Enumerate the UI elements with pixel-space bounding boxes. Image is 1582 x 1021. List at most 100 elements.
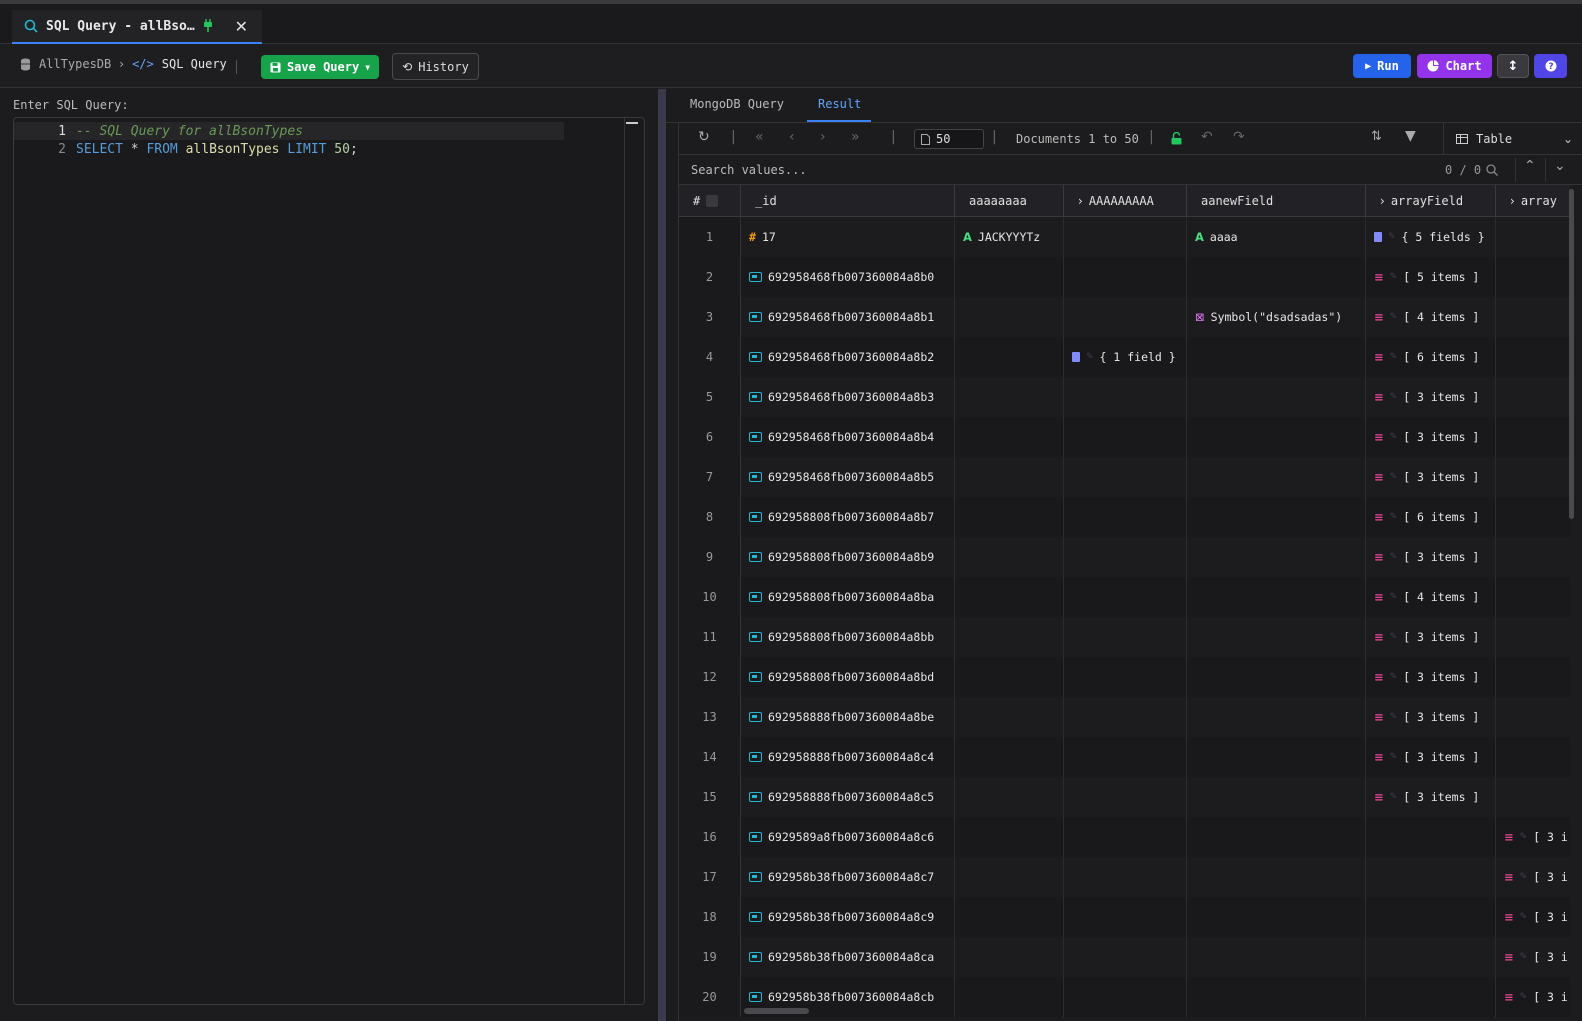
AAAAAAAAA-cell[interactable]: ✎ { 1 field } (1064, 337, 1187, 377)
AAAAAAAAA-cell[interactable] (1064, 937, 1187, 977)
view-mode-select[interactable]: Table ⌄ (1443, 123, 1582, 154)
id-cell[interactable]: 692958888fb007360084a8c5 (741, 777, 955, 817)
edit-icon[interactable]: ✎ (1390, 792, 1398, 802)
arrayField-cell[interactable]: ≡ ✎ [ 3 items ] (1366, 537, 1496, 577)
id-cell[interactable]: 692958468fb007360084a8b3 (741, 377, 955, 417)
array-cell[interactable] (1496, 337, 1570, 377)
AAAAAAAAA-cell[interactable] (1064, 297, 1187, 337)
table-row[interactable]: 12 692958808fb007360084a8bd ≡ ✎ [ 3 items ] (679, 657, 1570, 697)
aanewField-cell[interactable] (1187, 497, 1366, 537)
aanewField-cell[interactable] (1187, 697, 1366, 737)
AAAAAAAAA-cell[interactable] (1064, 897, 1187, 937)
arrayField-cell[interactable]: ≡ ✎ [ 6 items ] (1366, 497, 1496, 537)
aanewField-cell[interactable] (1187, 897, 1366, 937)
redo-icon[interactable]: ↷ (1233, 129, 1245, 145)
aaaaaaaa-cell[interactable] (955, 657, 1064, 697)
array-cell[interactable] (1496, 657, 1570, 697)
prev-page-icon[interactable]: ‹ (789, 129, 795, 145)
id-cell[interactable]: 692958468fb007360084a8b0 (741, 257, 955, 297)
run-button[interactable]: ▶ Run (1353, 54, 1411, 78)
id-cell[interactable]: 692958808fb007360084a8b9 (741, 537, 955, 577)
aaaaaaaa-cell[interactable] (955, 457, 1064, 497)
expand-toggle-button[interactable]: ↕ (1497, 54, 1529, 78)
array-cell[interactable] (1496, 737, 1570, 777)
aanewField-cell[interactable] (1187, 857, 1366, 897)
AAAAAAAAA-cell[interactable] (1064, 657, 1187, 697)
array-cell[interactable] (1496, 217, 1570, 257)
edit-icon[interactable]: ✎ (1520, 872, 1528, 882)
table-row[interactable]: 16 6929589a8fb007360084a8c6 ≡ ✎ [ 3 i (679, 817, 1570, 857)
aaaaaaaa-cell[interactable] (955, 417, 1064, 457)
table-row[interactable]: 17 692958b38fb007360084a8c7 ≡ ✎ [ 3 i (679, 857, 1570, 897)
AAAAAAAAA-cell[interactable] (1064, 537, 1187, 577)
arrayField-cell[interactable]: ≡ ✎ [ 6 items ] (1366, 337, 1496, 377)
first-page-icon[interactable]: « (755, 129, 764, 145)
table-row[interactable]: 5 692958468fb007360084a8b3 ≡ ✎ [ 3 items ] (679, 377, 1570, 417)
aaaaaaaa-cell[interactable] (955, 377, 1064, 417)
aanewField-cell[interactable] (1187, 457, 1366, 497)
column-header-aaaaaaaa[interactable]: aaaaaaaa (955, 185, 1064, 217)
table-row[interactable]: 15 692958888fb007360084a8c5 ≡ ✎ [ 3 items ] (679, 777, 1570, 817)
table-row[interactable]: 1 #17 A JACKYYYTz Aaaaa ✎ { 5 fields } (679, 217, 1570, 257)
array-cell[interactable] (1496, 257, 1570, 297)
aanewField-cell[interactable]: Aaaaa (1187, 217, 1366, 257)
array-cell[interactable]: ≡ ✎ [ 3 i (1496, 817, 1570, 857)
aaaaaaaa-cell[interactable] (955, 977, 1064, 1017)
AAAAAAAAA-cell[interactable] (1064, 577, 1187, 617)
close-icon[interactable]: ✕ (235, 17, 248, 36)
id-cell[interactable]: 692958888fb007360084a8c4 (741, 737, 955, 777)
page-size-input[interactable]: 50 (914, 129, 984, 149)
edit-icon[interactable]: ✎ (1520, 832, 1528, 842)
aaaaaaaa-cell[interactable] (955, 577, 1064, 617)
AAAAAAAAA-cell[interactable] (1064, 457, 1187, 497)
AAAAAAAAA-cell[interactable] (1064, 377, 1187, 417)
AAAAAAAAA-cell[interactable] (1064, 977, 1187, 1017)
array-cell[interactable] (1496, 457, 1570, 497)
edit-icon[interactable]: ✎ (1086, 352, 1094, 362)
edit-icon[interactable]: ✎ (1388, 232, 1396, 242)
chevron-right-icon[interactable]: › (1078, 194, 1083, 208)
id-cell[interactable]: 692958468fb007360084a8b4 (741, 417, 955, 457)
id-cell[interactable]: 692958808fb007360084a8bb (741, 617, 955, 657)
table-row[interactable]: 18 692958b38fb007360084a8c9 ≡ ✎ [ 3 i (679, 897, 1570, 937)
edit-icon[interactable]: ✎ (1390, 552, 1398, 562)
array-cell[interactable] (1496, 777, 1570, 817)
aanewField-cell[interactable] (1187, 737, 1366, 777)
id-cell[interactable]: 692958468fb007360084a8b1 (741, 297, 955, 337)
aaaaaaaa-cell[interactable] (955, 777, 1064, 817)
aanewField-cell[interactable] (1187, 377, 1366, 417)
table-row[interactable]: 4 692958468fb007360084a8b2 ✎ { 1 field } ≡ ✎ [… (679, 337, 1570, 377)
edit-icon[interactable]: ✎ (1390, 352, 1398, 362)
arrayField-cell[interactable]: ≡ ✎ [ 3 items ] (1366, 417, 1496, 457)
aanewField-cell[interactable] (1187, 817, 1366, 857)
next-page-icon[interactable]: › (820, 129, 826, 145)
table-vertical-scrollbar[interactable] (1566, 185, 1576, 1021)
search-icon[interactable] (1486, 164, 1498, 176)
column-header-AAAAAAAAA[interactable]: › AAAAAAAAA (1064, 185, 1187, 217)
aanewField-cell[interactable] (1187, 777, 1366, 817)
aanewField-cell[interactable] (1187, 577, 1366, 617)
edit-icon[interactable]: ✎ (1390, 512, 1398, 522)
arrayField-cell[interactable]: ≡ ✎ [ 3 items ] (1366, 617, 1496, 657)
array-cell[interactable] (1496, 697, 1570, 737)
editor-line-2[interactable]: 2 SELECT * FROM allBsonTypes LIMIT 50; (14, 140, 564, 158)
arrayField-cell[interactable] (1366, 977, 1496, 1017)
refresh-icon[interactable]: ↻ (698, 129, 710, 145)
array-cell[interactable] (1496, 577, 1570, 617)
edit-icon[interactable]: ✎ (1390, 632, 1398, 642)
arrayField-cell[interactable] (1366, 857, 1496, 897)
edit-icon[interactable]: ✎ (1390, 392, 1398, 402)
arrayField-cell[interactable]: ≡ ✎ [ 4 items ] (1366, 577, 1496, 617)
aanewField-cell[interactable] (1187, 937, 1366, 977)
table-row[interactable]: 11 692958808fb007360084a8bb ≡ ✎ [ 3 items ] (679, 617, 1570, 657)
id-cell[interactable]: 692958b38fb007360084a8ca (741, 937, 955, 977)
column-header-id[interactable]: _id (741, 185, 955, 217)
aanewField-cell[interactable] (1187, 657, 1366, 697)
aaaaaaaa-cell[interactable]: A JACKYYYTz (955, 217, 1064, 257)
edit-icon[interactable]: ✎ (1390, 752, 1398, 762)
aaaaaaaa-cell[interactable] (955, 297, 1064, 337)
table-row[interactable]: 9 692958808fb007360084a8b9 ≡ ✎ [ 3 items ] (679, 537, 1570, 577)
array-cell[interactable]: ≡ ✎ [ 3 i (1496, 977, 1570, 1017)
last-page-icon[interactable]: » (851, 129, 860, 145)
arrayField-cell[interactable]: ≡ ✎ [ 3 items ] (1366, 457, 1496, 497)
